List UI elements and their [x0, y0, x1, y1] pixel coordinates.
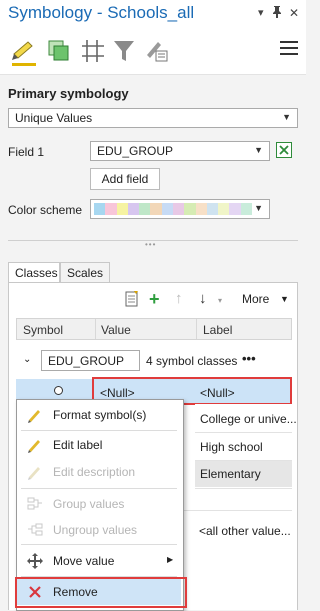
color-scheme-dropdown[interactable]: ▼ [90, 199, 270, 219]
group-field-value: EDU_GROUP [48, 354, 125, 368]
menu-item-edit-description[interactable]: Edit description [17, 459, 181, 485]
menu-item-label: Move value [53, 554, 115, 568]
renderer-dropdown[interactable]: Unique Values ▼ [8, 108, 298, 128]
row-divider [195, 432, 292, 433]
color-scheme-label: Color scheme [8, 203, 83, 217]
add-field-button[interactable]: Add field [90, 168, 160, 190]
color-scheme-swatch [94, 203, 252, 215]
ungroup-values-icon [27, 522, 43, 538]
move-options-chevron-icon[interactable]: ▾ [218, 296, 222, 305]
color-swatch [161, 203, 173, 215]
tab-scales[interactable]: Scales [60, 262, 110, 283]
color-swatch [105, 203, 117, 215]
chevron-down-icon: ▼ [282, 112, 291, 122]
vary-symbology-icon[interactable] [46, 38, 72, 64]
color-swatch [206, 203, 219, 215]
menu-item-move-value[interactable]: Move value ▶ [17, 548, 181, 574]
labeling-grid-icon[interactable] [80, 38, 106, 64]
close-pane-button[interactable]: ✕ [289, 6, 299, 20]
hamburger-menu-icon[interactable] [280, 41, 298, 57]
menu-separator [21, 544, 177, 545]
more-button[interactable]: More [242, 292, 269, 306]
title-bar: Symbology - Schools_all ▾ ✕ [0, 0, 306, 30]
pane-title: Symbology - Schools_all [8, 3, 195, 22]
menu-item-label: Edit label [53, 438, 103, 452]
color-swatch [218, 203, 230, 215]
menu-item-edit-label[interactable]: Edit label [17, 432, 181, 458]
filter-icon[interactable] [112, 38, 138, 64]
add-value-icon[interactable]: + [149, 290, 160, 308]
header-divider [95, 319, 96, 339]
group-field-box[interactable]: EDU_GROUP [41, 350, 140, 371]
brush-icon [27, 407, 43, 423]
group-values-icon [27, 496, 43, 512]
chevron-down-icon: ▼ [254, 203, 263, 213]
symbology-tabs: Classes Scales [8, 262, 298, 283]
move-arrows-icon [27, 553, 43, 569]
color-swatch [150, 203, 162, 215]
color-swatch [116, 203, 128, 215]
splitter-grip-icon[interactable]: ••• [145, 240, 156, 249]
color-swatch [94, 203, 106, 215]
color-swatch [195, 203, 207, 215]
grid-header: Symbol Value Label [16, 318, 292, 340]
row-label[interactable]: College or unive... [200, 412, 297, 426]
highlight-box [15, 577, 187, 608]
field1-label: Field 1 [8, 145, 45, 159]
submenu-arrow-icon: ▶ [167, 555, 174, 564]
pencil-icon [27, 464, 43, 480]
menu-item-group-values[interactable]: Group values [17, 491, 181, 517]
row-label[interactable]: High school [200, 440, 263, 454]
row-label[interactable]: <all other value... [199, 524, 291, 538]
menu-separator [21, 430, 177, 431]
menu-item-label: Format symbol(s) [53, 408, 147, 422]
menu-item-format-symbol[interactable]: Format symbol(s) [17, 402, 181, 428]
group-menu-icon[interactable]: ••• [242, 351, 256, 366]
move-down-icon[interactable]: ↓ [199, 290, 207, 308]
color-swatch [127, 203, 140, 215]
row-label[interactable]: Elementary [200, 467, 261, 481]
menu-separator [21, 488, 177, 489]
color-swatch [229, 203, 241, 215]
pane-options-dropdown[interactable]: ▾ [258, 6, 264, 19]
color-swatch [184, 203, 196, 215]
renderer-value: Unique Values [15, 111, 93, 125]
primary-symbology-heading: Primary symbology [8, 86, 129, 101]
row-divider [195, 488, 292, 489]
pin-icon[interactable] [272, 6, 282, 21]
remove-field-icon[interactable] [276, 142, 292, 158]
col-label-header[interactable]: Label [203, 323, 232, 337]
collapse-chevron-icon[interactable]: ⌄ [23, 354, 31, 365]
move-up-icon[interactable]: ↑ [175, 290, 183, 308]
menu-item-label: Edit description [53, 465, 136, 479]
color-swatch [240, 203, 252, 215]
color-swatch [172, 203, 185, 215]
tab-classes[interactable]: Classes [8, 262, 60, 283]
menu-item-label: Ungroup values [53, 523, 138, 537]
field1-dropdown[interactable]: EDU_GROUP ▼ [90, 141, 270, 161]
more-chevron-icon[interactable]: ▼ [280, 294, 289, 304]
point-symbol-icon[interactable] [54, 386, 63, 395]
field1-value: EDU_GROUP [97, 144, 174, 158]
header-divider [196, 319, 197, 339]
col-symbol-header[interactable]: Symbol [23, 323, 63, 337]
pencil-icon [27, 437, 43, 453]
menu-item-label: Group values [53, 497, 125, 511]
col-value-header[interactable]: Value [101, 323, 131, 337]
reveal-values-icon[interactable] [124, 290, 140, 311]
group-count: 4 symbol classes [146, 354, 238, 368]
symbol-layer-drawing-icon[interactable] [144, 38, 170, 64]
primary-symbology-icon[interactable] [10, 38, 36, 66]
chevron-down-icon: ▼ [254, 145, 263, 155]
color-swatch [139, 203, 151, 215]
menu-item-ungroup-values[interactable]: Ungroup values [17, 517, 181, 543]
symbology-toolbar [0, 30, 306, 75]
row-divider [182, 510, 292, 511]
